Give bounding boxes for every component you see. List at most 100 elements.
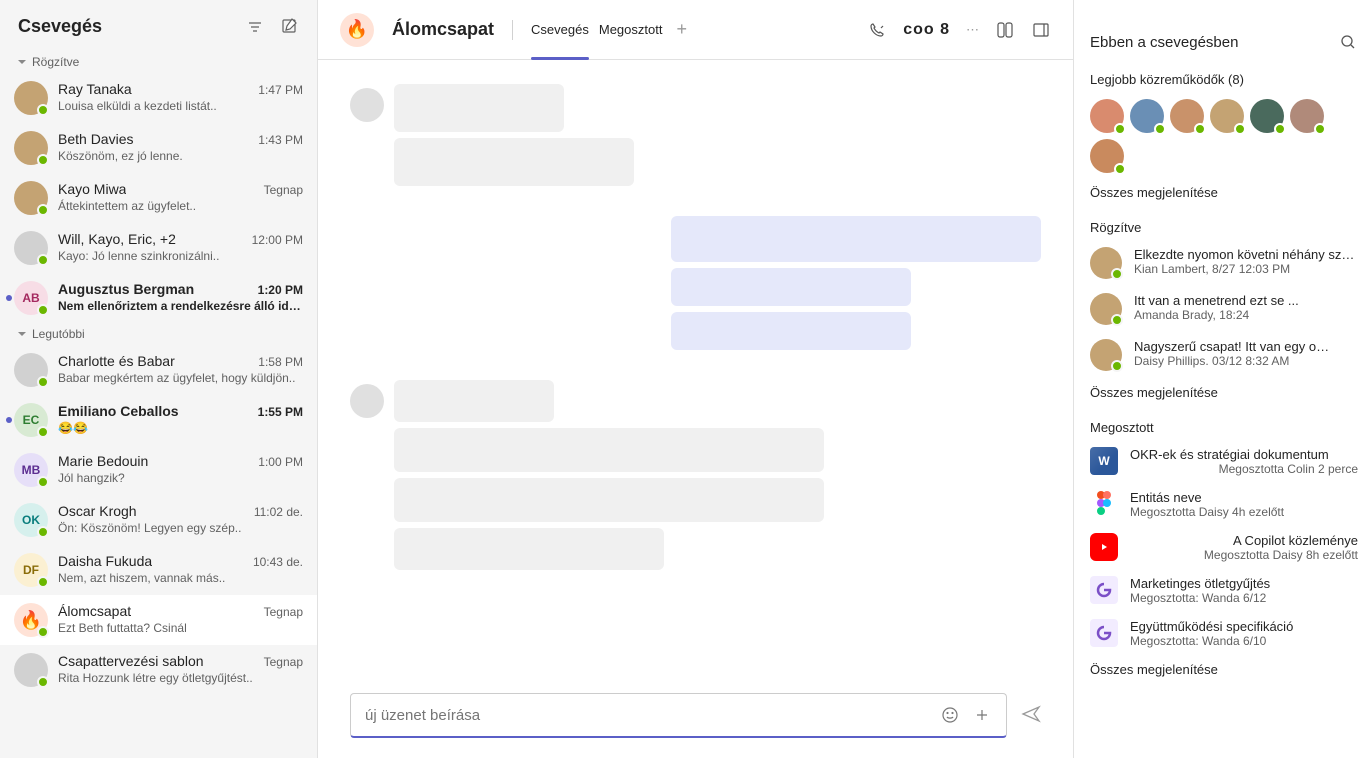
message-bubble[interactable]: [394, 380, 554, 422]
chat-preview: Babar megkértem az ügyfelet, hogy küldjö…: [58, 371, 303, 385]
message-bubble[interactable]: [394, 528, 664, 570]
message-input[interactable]: [365, 707, 932, 724]
send-icon[interactable]: [1021, 704, 1041, 727]
pinned-title: Nagyszerű csapat! Itt van egy o…: [1134, 339, 1358, 354]
show-all-shared[interactable]: Összes megjelenítése: [1090, 662, 1358, 677]
message-bubble[interactable]: [394, 84, 564, 132]
chat-preview: Louisa elküldi a kezdeti listát..: [58, 99, 303, 113]
chat-list-item[interactable]: MBMarie Bedouin1:00 PMJól hangzik?: [0, 445, 317, 495]
chat-preview: Köszönöm, ez jó lenne.: [58, 149, 303, 163]
shared-label: Megosztott: [1090, 420, 1358, 435]
chat-time: Tegnap: [264, 655, 303, 669]
shared-file[interactable]: Együttműködési specifikációMegosztotta: …: [1090, 619, 1358, 648]
show-all-contributors[interactable]: Összes megjelenítése: [1090, 185, 1358, 200]
contributor-avatar[interactable]: [1170, 99, 1204, 133]
sidebar-header: Csevegés: [0, 0, 317, 51]
chat-name: Augusztus Bergman: [58, 281, 194, 297]
search-icon[interactable]: [1338, 32, 1358, 52]
chat-list-item[interactable]: Ray Tanaka 1:47 PM Louisa elküldi a kezdet…: [0, 73, 317, 123]
avatar: 🔥: [14, 603, 48, 637]
chat-list-item[interactable]: DFDaisha Fukuda10:43 de.Nem, azt hiszem,…: [0, 545, 317, 595]
chat-time: 1:20 PM: [258, 283, 303, 297]
compose-box[interactable]: [350, 693, 1007, 738]
contributor-avatar[interactable]: [1250, 99, 1284, 133]
shared-file[interactable]: Marketinges ötletgyűjtésMegosztotta: Wan…: [1090, 576, 1358, 605]
shared-file[interactable]: A Copilot közleményeMegosztotta Daisy 8h…: [1090, 533, 1358, 562]
pinned-title: Elkezdte nyomon követni néhány számot ..…: [1134, 247, 1358, 262]
chat-list-item[interactable]: 🔥ÁlomcsapatTegnapEzt Beth futtatta? Csin…: [0, 595, 317, 645]
section-pinned[interactable]: Rögzítve: [0, 51, 317, 73]
avatar: [14, 231, 48, 265]
chat-preview: Áttekintettem az ügyfelet..: [58, 199, 303, 213]
message-bubble[interactable]: [394, 138, 634, 186]
message-bubble[interactable]: [394, 478, 824, 522]
copilot-icon[interactable]: [995, 20, 1015, 40]
chat-header: 🔥 Álomcsapat Csevegés Megosztott + coo 8…: [318, 0, 1073, 60]
filter-icon[interactable]: [245, 17, 265, 37]
chat-preview: Nem ellenőriztem a rendelkezésre álló id…: [58, 299, 303, 313]
chat-list-item[interactable]: Will, Kayo, Eric, +212:00 PMKayo: Jó len…: [0, 223, 317, 273]
file-subtitle: Megosztotta: Wanda 6/12: [1130, 591, 1358, 605]
avatar: [14, 81, 48, 115]
contributor-avatar[interactable]: [1090, 99, 1124, 133]
message-avatar: [350, 384, 384, 418]
chat-preview: 😂😂: [58, 421, 303, 435]
contributor-avatar[interactable]: [1210, 99, 1244, 133]
panel-title: Ebben a csevegésben: [1090, 34, 1238, 51]
conversation-area[interactable]: [318, 60, 1073, 693]
file-subtitle: Megosztotta Colin 2 perce: [1130, 462, 1358, 476]
loop-icon: [1090, 576, 1118, 604]
chat-avatar: 🔥: [340, 13, 374, 47]
youtube-icon: [1090, 533, 1118, 561]
chat-list-item[interactable]: Kayo MiwaTegnapÁttekintettem az ügyfelet…: [0, 173, 317, 223]
tab-chat[interactable]: Csevegés: [531, 18, 589, 41]
message-bubble[interactable]: [671, 216, 1041, 262]
chat-list-item[interactable]: ABAugusztus Bergman1:20 PMNem ellenőrizt…: [0, 273, 317, 323]
chat-time: 1:00 PM: [258, 455, 303, 469]
contributor-avatar[interactable]: [1130, 99, 1164, 133]
chat-preview: Nem, azt hiszem, vannak más..: [58, 571, 303, 585]
chat-title: Álomcsapat: [392, 19, 494, 40]
tab-shared[interactable]: Megosztott: [599, 18, 663, 41]
emoji-icon[interactable]: [940, 705, 960, 725]
message-bubble[interactable]: [671, 312, 911, 350]
contributor-avatar[interactable]: [1090, 139, 1124, 173]
chat-list-item[interactable]: Beth Davies1:43 PMKöszönöm, ez jó lenne.: [0, 123, 317, 173]
show-all-pinned[interactable]: Összes megjelenítése: [1090, 385, 1358, 400]
file-title: A Copilot közleménye: [1130, 533, 1358, 548]
pinned-subtitle: Amanda Brady, 18:24: [1134, 308, 1358, 322]
chat-list-item[interactable]: Csapattervezési sablonTegnapRita Hozzunk…: [0, 645, 317, 695]
sidebar-title: Csevegés: [18, 16, 102, 37]
chat-name: Will, Kayo, Eric, +2: [58, 231, 176, 247]
participant-count[interactable]: coo 8: [903, 21, 950, 39]
chat-list-item[interactable]: Charlotte és Babar1:58 PMBabar megkértem…: [0, 345, 317, 395]
chat-list-item[interactable]: ECEmiliano Ceballos1:55 PM😂😂: [0, 395, 317, 445]
file-subtitle: Megosztotta: Wanda 6/10: [1130, 634, 1358, 648]
chat-time: 11:02 de.: [254, 505, 303, 519]
message-bubble[interactable]: [671, 268, 911, 306]
contributor-avatar[interactable]: [1290, 99, 1324, 133]
chat-time: 1:55 PM: [258, 405, 303, 419]
pinned-message[interactable]: Elkezdte nyomon követni néhány számot ..…: [1090, 247, 1358, 279]
panel-toggle-icon[interactable]: [1031, 20, 1051, 40]
chat-time: 1:47 PM: [258, 83, 303, 97]
chat-list-item[interactable]: OKOscar Krogh11:02 de.Ön: Köszönöm! Legy…: [0, 495, 317, 545]
chat-preview: Ön: Köszönöm! Legyen egy szép..: [58, 521, 303, 535]
avatar: [14, 131, 48, 165]
chat-name: Ray Tanaka: [58, 81, 132, 97]
add-attachment-icon[interactable]: [972, 705, 992, 725]
chat-name: Csapattervezési sablon: [58, 653, 204, 669]
chat-time: Tegnap: [264, 183, 303, 197]
shared-file[interactable]: WOKR-ek és stratégiai dokumentumMegoszto…: [1090, 447, 1358, 476]
message-avatar: [350, 88, 384, 122]
shared-file[interactable]: Entitás neveMegosztotta Daisy 4h ezelőtt: [1090, 490, 1358, 519]
chat-name: Oscar Krogh: [58, 503, 137, 519]
pinned-message[interactable]: Itt van a menetrend ezt se ...Amanda Bra…: [1090, 293, 1358, 325]
add-tab-icon[interactable]: +: [676, 19, 687, 40]
section-recent[interactable]: Legutóbbi: [0, 323, 317, 345]
message-bubble[interactable]: [394, 428, 824, 472]
call-icon[interactable]: [867, 20, 887, 40]
compose-icon[interactable]: [279, 17, 299, 37]
file-title: Együttműködési specifikáció: [1130, 619, 1358, 634]
pinned-message[interactable]: Nagyszerű csapat! Itt van egy o…Daisy Ph…: [1090, 339, 1358, 371]
